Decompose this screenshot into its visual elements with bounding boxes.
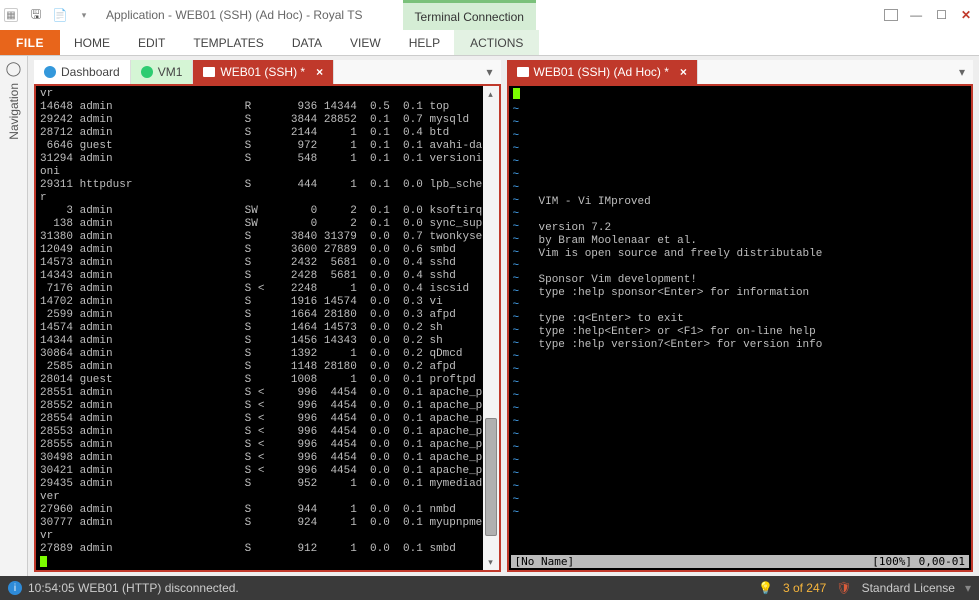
menu-home[interactable]: HOME [60, 30, 124, 55]
tab-label: VM1 [158, 65, 183, 79]
doc-icon[interactable]: 📄 [50, 5, 70, 25]
scroll-thumb[interactable] [485, 418, 497, 536]
menu-data[interactable]: DATA [278, 30, 336, 55]
app-icon: ▦ [4, 8, 18, 22]
scroll-down-icon[interactable]: ▾ [483, 554, 499, 570]
terminal-left[interactable]: vr 14648 admin R 936 14344 0.5 0.1 top 2… [34, 84, 501, 572]
dropdown-icon[interactable]: ▾ [74, 5, 94, 25]
window-controls: — ☐ ✕ [910, 8, 971, 22]
right-tabbar: WEB01 (SSH) (Ad Hoc) * × ▾ [507, 60, 974, 84]
scroll-up-icon[interactable]: ▴ [483, 86, 499, 102]
vm-icon [141, 66, 153, 78]
menu-file[interactable]: FILE [0, 30, 60, 55]
status-message: 10:54:05 WEB01 (HTTP) disconnected. [28, 581, 239, 595]
save-icon[interactable]: 🖫 [26, 5, 46, 25]
pin-icon[interactable]: ◯ [6, 60, 22, 77]
maximize-button[interactable]: ☐ [936, 8, 947, 22]
terminal-right[interactable]: ~ ~ ~ ~ ~ ~ ~ ~ ~ ~ ~ ~ ~ ~ ~ ~ ~ ~ ~ ~ … [507, 84, 974, 572]
tab-label: WEB01 (SSH) (Ad Hoc) * [534, 65, 669, 79]
tab-dropdown[interactable]: ▾ [951, 60, 973, 84]
body: ◯ Navigation Dashboard VM1 WEB01 (SSH) *… [0, 56, 979, 576]
menu-help[interactable]: HELP [395, 30, 454, 55]
info-icon: i [8, 581, 22, 595]
tab-web01-ssh[interactable]: WEB01 (SSH) * × [193, 60, 334, 84]
close-tab-icon[interactable]: × [316, 65, 323, 79]
tab-label: Dashboard [61, 65, 120, 79]
bulb-icon[interactable]: 💡 [758, 581, 773, 595]
panes: Dashboard VM1 WEB01 (SSH) * × ▾ vr 14648… [28, 56, 979, 576]
count-label: 3 of 247 [783, 581, 826, 595]
close-tab-icon[interactable]: × [680, 65, 687, 79]
left-pane: Dashboard VM1 WEB01 (SSH) * × ▾ vr 14648… [34, 60, 501, 572]
chevron-down-icon[interactable]: ▾ [965, 581, 971, 595]
shield-icon: 🛡 [836, 581, 851, 595]
tab-vm1[interactable]: VM1 [131, 60, 194, 84]
titlebar: ▦ 🖫 📄 ▾ Application - WEB01 (SSH) (Ad Ho… [0, 0, 979, 30]
minimize-button[interactable]: — [910, 8, 922, 22]
app-title: Application - WEB01 (SSH) (Ad Hoc) - Roy… [106, 8, 363, 22]
dashboard-icon [44, 66, 56, 78]
statusbar: i 10:54:05 WEB01 (HTTP) disconnected. 💡 … [0, 576, 979, 600]
menubar: FILE HOME EDIT TEMPLATES DATA VIEW HELP … [0, 30, 979, 56]
close-button[interactable]: ✕ [961, 8, 971, 22]
terminal-icon [203, 67, 215, 77]
vim-status-left: [No Name] [515, 555, 575, 568]
tab-dropdown[interactable]: ▾ [478, 60, 500, 84]
license-label: Standard License [862, 581, 955, 595]
menu-view[interactable]: VIEW [336, 30, 395, 55]
menu-actions[interactable]: ACTIONS [454, 30, 539, 55]
menu-edit[interactable]: EDIT [124, 30, 179, 55]
left-tabbar: Dashboard VM1 WEB01 (SSH) * × ▾ [34, 60, 501, 84]
tab-dashboard[interactable]: Dashboard [34, 60, 131, 84]
nav-strip[interactable]: ◯ Navigation [0, 56, 28, 576]
scrollbar[interactable]: ▴ ▾ [483, 86, 499, 570]
tab-label: WEB01 (SSH) * [220, 65, 305, 79]
layout-icon[interactable] [884, 9, 898, 21]
context-tab-terminal[interactable]: Terminal Connection [403, 0, 536, 30]
tab-web01-ssh-adhoc[interactable]: WEB01 (SSH) (Ad Hoc) * × [507, 60, 698, 84]
menu-templates[interactable]: TEMPLATES [179, 30, 277, 55]
terminal-icon [517, 67, 529, 77]
right-pane: WEB01 (SSH) (Ad Hoc) * × ▾ ~ ~ ~ ~ ~ ~ ~… [507, 60, 974, 572]
vim-status-right: [100%] 0,00-01 [872, 555, 965, 568]
nav-label: Navigation [7, 83, 21, 140]
